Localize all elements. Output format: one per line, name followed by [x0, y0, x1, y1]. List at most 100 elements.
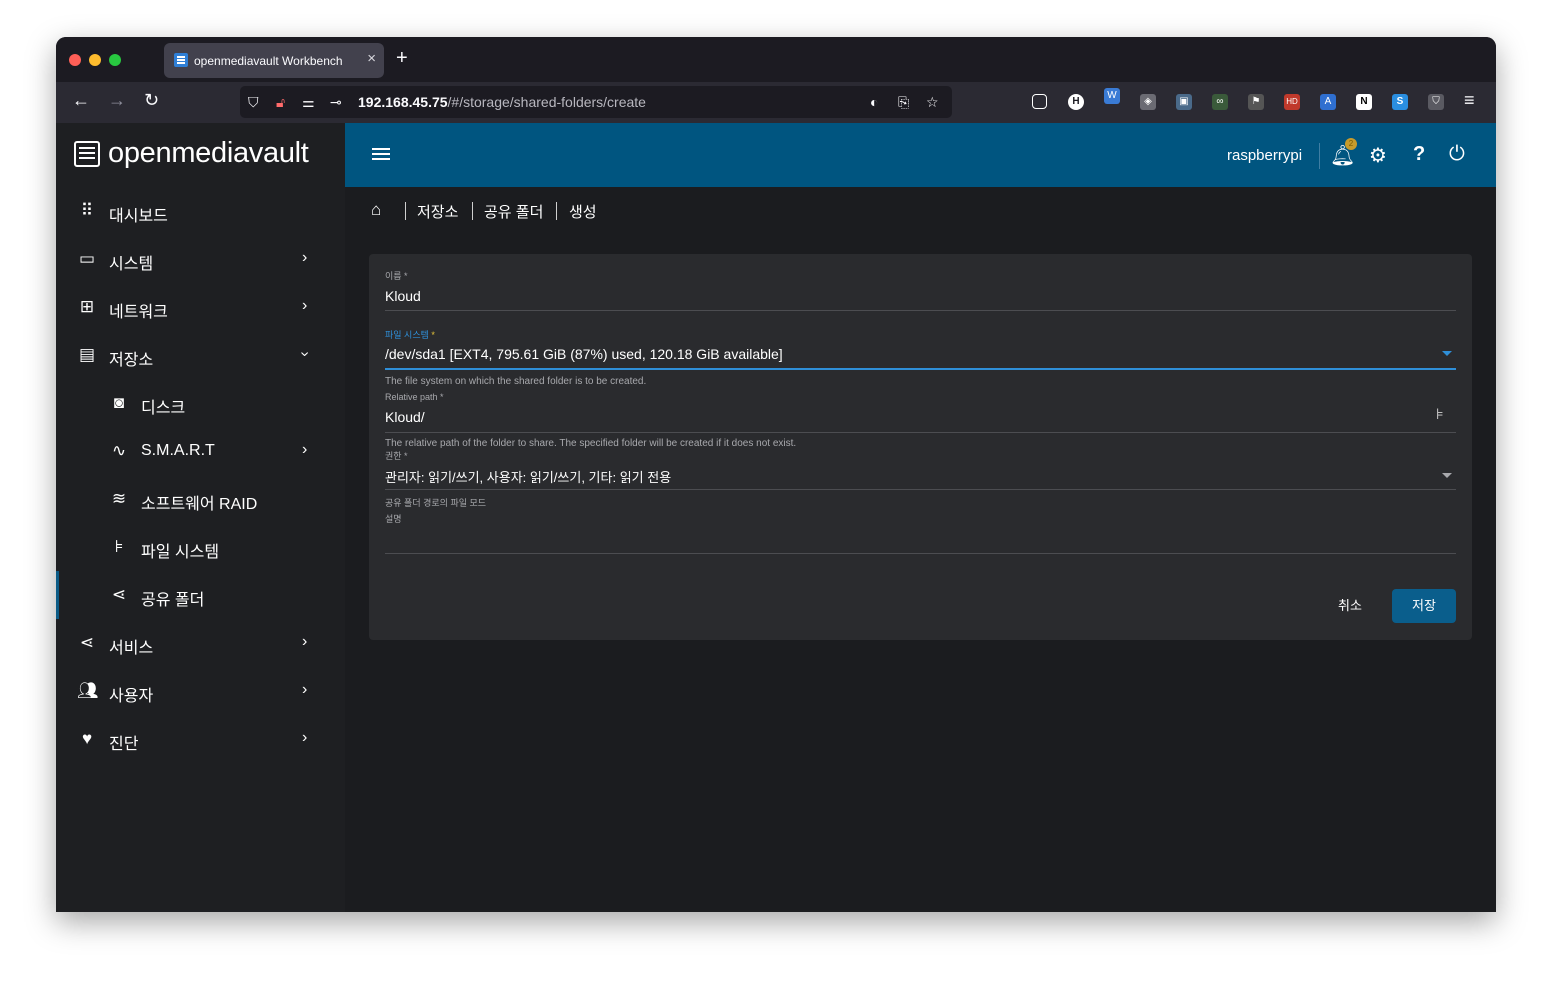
sidebar-item-storage[interactable]: ▤ 저장소 ›: [56, 331, 345, 379]
permissions-label: 권한 *: [385, 451, 408, 461]
permissions-hint: 공유 폴더 경로의 파일 모드: [385, 498, 487, 508]
relative-path-hint: The relative path of the folder to share…: [385, 438, 797, 449]
breadcrumb-shared-folders[interactable]: 공유 폴더: [484, 201, 543, 222]
browser-menu-icon[interactable]: ≡: [1464, 90, 1475, 111]
menu-toggle-icon[interactable]: [372, 148, 390, 150]
filesystem-label: 파일 시스템 *: [385, 328, 435, 341]
breadcrumb-separator: [472, 202, 473, 220]
screenshot-extension-icon[interactable]: ▣: [1176, 94, 1192, 110]
bookmark-star-icon[interactable]: ☆: [926, 94, 939, 111]
topbar-divider: [1319, 143, 1320, 169]
translator-extension-icon[interactable]: A: [1320, 94, 1336, 110]
hostname: raspberrypi: [1227, 147, 1303, 164]
folder-tree-icon[interactable]: ⊧: [1436, 405, 1444, 423]
share-icon: ⋖: [111, 585, 127, 604]
forward-icon[interactable]: →: [108, 90, 126, 111]
hd-extension-icon[interactable]: HD: [1284, 94, 1300, 110]
shield-icon[interactable]: ⛉: [248, 94, 259, 111]
chevron-down-icon: ›: [296, 351, 314, 357]
pocket-icon[interactable]: [1032, 94, 1047, 109]
sidebar-item-file-systems[interactable]: ⊧ 파일 시스템: [56, 523, 345, 571]
h-extension-icon[interactable]: H: [1068, 94, 1084, 110]
sidebar-item-label: 파일 시스템: [141, 544, 220, 561]
word-extension-icon[interactable]: W: [1104, 88, 1120, 104]
sidebar-item-smart[interactable]: ∿ S.M.A.R.T ›: [56, 427, 345, 475]
sidebar-item-services[interactable]: ⋖ 서비스 ›: [56, 619, 345, 667]
notion-extension-icon[interactable]: N: [1356, 94, 1372, 110]
settings-gear-icon[interactable]: ⚙: [1369, 143, 1387, 168]
maximize-window-button[interactable]: [109, 54, 121, 66]
s-extension-icon[interactable]: S: [1392, 94, 1408, 110]
laptop-icon: ▭: [78, 249, 96, 268]
relative-path-input[interactable]: Kloud/: [385, 409, 425, 425]
sidebar-item-label: 진단: [109, 736, 139, 753]
filesystem-label-text: 파일 시스템: [385, 330, 429, 340]
filesystem-dropdown-icon[interactable]: [1442, 351, 1452, 356]
sidebar-item-dashboard[interactable]: ⠿ 대시보드: [56, 187, 345, 235]
url-bar[interactable]: ⛉ 🔓︎ ⚌ ⊸ 192.168.45.75/#/storage/shared-…: [240, 86, 952, 118]
minimize-window-button[interactable]: [89, 54, 101, 66]
chevron-right-icon: ›: [302, 441, 308, 458]
permissions-icon[interactable]: ⚌: [302, 94, 315, 111]
url-path: /#/storage/shared-folders/create: [447, 94, 646, 110]
breadcrumb-create: 생성: [569, 204, 597, 221]
browser-tab-bar: openmediavault Workbench × +: [56, 37, 1496, 82]
permissions-dropdown-icon[interactable]: [1442, 473, 1452, 478]
shared-folder-form: 이름 * Kloud 파일 시스템 * /dev/sda1 [EXT4, 795…: [369, 254, 1472, 640]
breadcrumb-separator: [405, 202, 406, 220]
breadcrumb-storage[interactable]: 저장소: [417, 201, 458, 222]
sidebar-item-label: 소프트웨어 RAID: [141, 496, 258, 513]
file-tree-icon: ⊧: [114, 537, 124, 556]
help-icon[interactable]: ?: [1413, 143, 1425, 166]
filesystem-select[interactable]: /dev/sda1 [EXT4, 795.61 GiB (87%) used, …: [385, 346, 783, 362]
tab-close-icon[interactable]: ×: [367, 50, 376, 67]
translate-icon[interactable]: ⎘: [898, 94, 909, 111]
key-icon[interactable]: ⊸: [330, 94, 342, 111]
glasses-extension-icon[interactable]: ∞: [1212, 94, 1228, 110]
heart-pulse-icon: ♥: [81, 729, 93, 748]
sidebar-item-software-raid[interactable]: ≋ 소프트웨어 RAID: [56, 475, 345, 523]
chevron-right-icon: ›: [302, 249, 308, 266]
name-label: 이름 *: [385, 271, 408, 281]
sidebar-item-label: 사용자: [109, 688, 154, 705]
app-root: openmediavault ⠿ 대시보드 ▭ 시스템 › ⊞ 네트워크 › ▤…: [56, 123, 1496, 912]
url-host: 192.168.45.75: [358, 94, 448, 110]
insecure-lock-icon[interactable]: 🔓︎: [276, 94, 285, 111]
name-underline: [385, 310, 1456, 311]
back-icon[interactable]: ←: [72, 90, 90, 111]
breadcrumb-separator: [556, 202, 557, 220]
close-window-button[interactable]: [69, 54, 81, 66]
chevron-right-icon: ›: [302, 681, 308, 698]
new-tab-button[interactable]: +: [396, 47, 408, 70]
sidebar-item-label: 네트워크: [109, 304, 168, 321]
sidebar-item-shared-folders[interactable]: ⋖ 공유 폴더: [56, 571, 345, 619]
permissions-select[interactable]: 관리자: 읽기/쓰기, 사용자: 읽기/쓰기, 기타: 읽기 전용: [385, 467, 671, 486]
url-text: 192.168.45.75/#/storage/shared-folders/c…: [358, 94, 646, 110]
sidebar-item-label: 저장소: [109, 352, 154, 369]
browser-tab[interactable]: openmediavault Workbench ×: [164, 43, 384, 78]
sidebar-item-diagnostics[interactable]: ♥ 진단 ›: [56, 715, 345, 763]
reload-icon[interactable]: ↻: [144, 90, 159, 111]
cancel-button[interactable]: 취소: [1325, 589, 1375, 623]
omv-logo-icon: [74, 141, 100, 167]
privacy-extension-icon[interactable]: ◈: [1140, 94, 1156, 110]
name-input[interactable]: Kloud: [385, 288, 421, 304]
sidebar-item-label: 디스크: [141, 400, 186, 417]
sidebar-item-system[interactable]: ▭ 시스템 ›: [56, 235, 345, 283]
sidebar-item-network[interactable]: ⊞ 네트워크 ›: [56, 283, 345, 331]
sidebar-item-label: 서비스: [109, 640, 154, 657]
chevron-right-icon: ›: [302, 633, 308, 650]
sidebar-item-label: 대시보드: [109, 208, 168, 225]
browser-nav-bar: ← → ↻ ⛉ 🔓︎ ⚌ ⊸ 192.168.45.75/#/storage/s…: [56, 82, 1496, 123]
flag-extension-icon[interactable]: ⚑: [1248, 94, 1264, 110]
sidebar-item-users[interactable]: 👥︎ 사용자 ›: [56, 667, 345, 715]
sidebar: openmediavault ⠿ 대시보드 ▭ 시스템 › ⊞ 네트워크 › ▤…: [56, 123, 345, 912]
save-button[interactable]: 저장: [1392, 589, 1456, 623]
power-icon[interactable]: ⏻: [1449, 143, 1465, 166]
home-icon[interactable]: ⌂: [371, 200, 381, 220]
reader-icon[interactable]: ◐: [870, 94, 878, 110]
sidebar-item-disks[interactable]: ◙ 디스크: [56, 379, 345, 427]
ublock-extension-icon[interactable]: ⛉: [1428, 94, 1444, 110]
description-textarea[interactable]: [385, 526, 1456, 552]
required-marker: *: [431, 330, 435, 340]
